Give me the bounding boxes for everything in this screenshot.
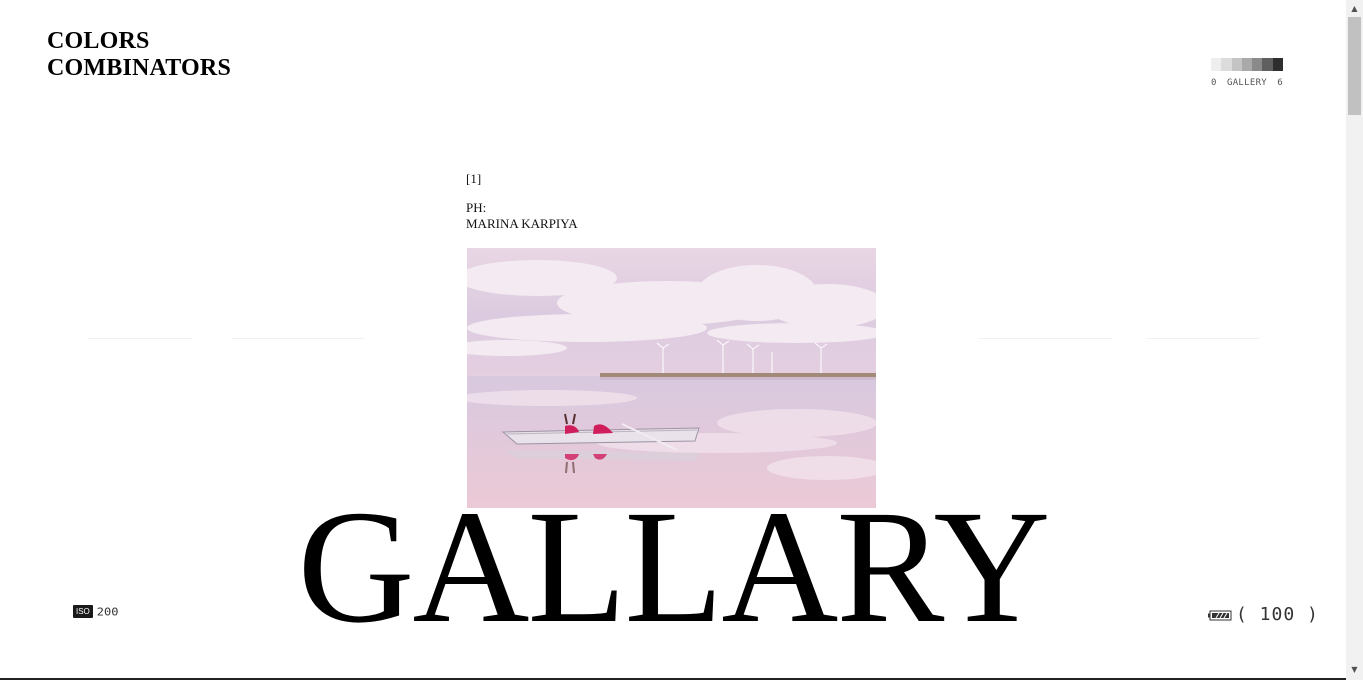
page-title: GALLARY bbox=[297, 478, 1051, 657]
scroll-up-arrow-icon[interactable]: ▲ bbox=[1346, 0, 1363, 17]
meter-label: GALLERY bbox=[1226, 78, 1268, 88]
divider-line bbox=[88, 338, 192, 339]
iso-badge: ISO bbox=[73, 605, 93, 618]
swatch-5 bbox=[1252, 58, 1263, 71]
credit-prefix: PH: bbox=[466, 200, 487, 215]
scroll-thumb[interactable] bbox=[1348, 17, 1361, 115]
battery-level: ( 100 ) bbox=[1236, 604, 1319, 625]
brand-logo[interactable]: COLORS COMBINATORS bbox=[47, 28, 231, 82]
brand-line-2: COMBINATORS bbox=[47, 55, 232, 81]
battery-indicator: ( 100 ) bbox=[1208, 604, 1319, 625]
meter-max-label: 6 bbox=[1277, 78, 1283, 88]
photo-card: [1] PH: MARINA KARPIYA bbox=[466, 171, 876, 508]
swatch-1 bbox=[1211, 58, 1222, 71]
swatch-3 bbox=[1231, 58, 1242, 71]
photo-credit: PH: MARINA KARPIYA bbox=[466, 200, 876, 232]
meter-min-label: 0 bbox=[1211, 78, 1217, 88]
gallery-photo[interactable] bbox=[467, 248, 876, 508]
gallery-progress-meter: 0 GALLERY 6 bbox=[1211, 58, 1283, 88]
photo-index: [1] bbox=[466, 171, 482, 186]
brand-line-1: COLORS bbox=[47, 28, 150, 54]
swatch-6 bbox=[1262, 58, 1273, 71]
divider-line bbox=[1146, 338, 1259, 339]
divider-line bbox=[978, 338, 1112, 339]
credit-name: MARINA KARPIYA bbox=[466, 216, 578, 231]
swatch-7 bbox=[1272, 58, 1283, 71]
swatch-2 bbox=[1221, 58, 1232, 71]
battery-icon bbox=[1208, 610, 1232, 620]
divider-line bbox=[232, 338, 365, 339]
iso-value: 200 bbox=[96, 605, 119, 619]
page-scrollbar[interactable]: ▲ ▼ bbox=[1346, 0, 1363, 680]
scroll-down-arrow-icon[interactable]: ▼ bbox=[1346, 661, 1363, 678]
gallery-swatches bbox=[1211, 58, 1283, 71]
swatch-4 bbox=[1241, 58, 1253, 71]
iso-indicator: ISO 200 bbox=[73, 605, 118, 618]
